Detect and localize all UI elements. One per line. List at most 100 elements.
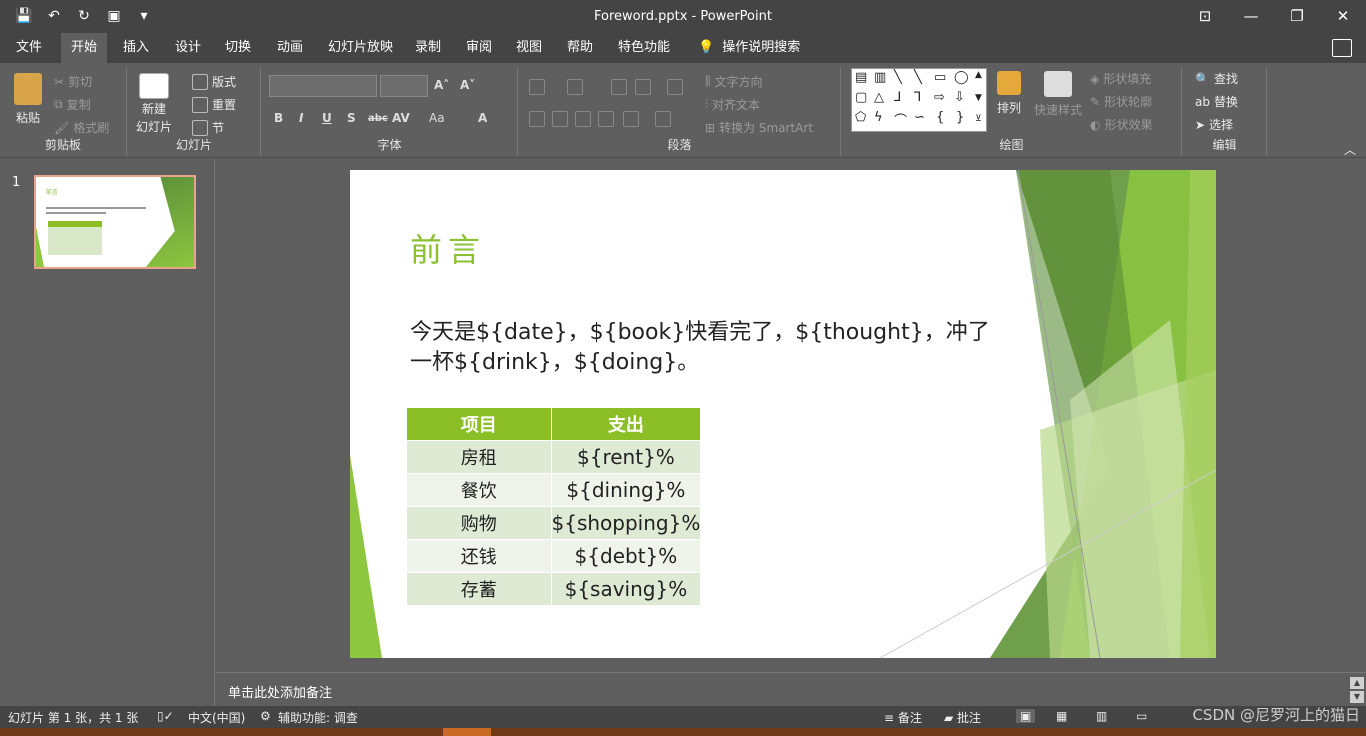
shrink-font-icon[interactable]: A˅: [460, 78, 475, 92]
tab-insert[interactable]: 插入: [113, 33, 159, 63]
font-color-button[interactable]: A: [478, 111, 487, 125]
curve-icon[interactable]: ∽: [914, 110, 925, 125]
scribble-icon[interactable]: ϟ: [874, 110, 883, 125]
align-text-button[interactable]: ⫶ 对齐文本: [705, 96, 760, 113]
minimize-icon[interactable]: —: [1228, 0, 1274, 33]
arc-icon[interactable]: ⌒: [894, 110, 907, 129]
scroll-down-icon[interactable]: ▼: [1350, 691, 1364, 703]
paste-button[interactable]: 粘贴: [14, 73, 42, 126]
gallery-more-icon[interactable]: ⊻: [975, 114, 982, 124]
down-arrow-icon[interactable]: ⇩: [954, 90, 965, 105]
grow-font-icon[interactable]: A˄: [434, 78, 449, 92]
close-icon[interactable]: ✕: [1320, 0, 1366, 33]
convert-smartart-button[interactable]: ⊞ 转换为 SmartArt: [705, 119, 813, 136]
select-button[interactable]: ➤ 选择: [1195, 116, 1233, 133]
textbox-icon[interactable]: ▤: [855, 70, 867, 85]
tab-review[interactable]: 审阅: [456, 33, 502, 63]
italic-button[interactable]: I: [299, 111, 303, 125]
comments-icon[interactable]: [1332, 39, 1352, 57]
tab-slideshow[interactable]: 幻灯片放映: [318, 33, 403, 63]
language-indicator[interactable]: 中文(中国): [188, 709, 245, 726]
taskbar-active-app[interactable]: [443, 728, 491, 736]
change-case-button[interactable]: Aa: [429, 111, 445, 125]
right-arrow-icon[interactable]: ⇨: [934, 90, 945, 105]
rectangle-icon[interactable]: ▭: [934, 70, 946, 85]
font-name-select[interactable]: [269, 75, 377, 97]
replace-button[interactable]: ab 替换: [1195, 93, 1238, 110]
expense-table[interactable]: 项目 支出 房租 ${rent}% 餐饮 ${dining}% 购物 ${sho…: [407, 408, 702, 605]
vertical-textbox-icon[interactable]: ▥: [874, 70, 886, 85]
accessibility-icon[interactable]: ⚙: [260, 709, 271, 723]
find-button[interactable]: 🔍 查找: [1195, 70, 1238, 87]
slide-canvas[interactable]: 前言 今天是${date}，${book}快看完了，${thought}，冲了一…: [350, 170, 1216, 658]
section-button[interactable]: 节: [192, 119, 224, 136]
spellcheck-icon[interactable]: ▯✓: [157, 709, 174, 723]
reading-view-icon[interactable]: ▥: [1096, 709, 1107, 723]
accessibility-status[interactable]: 辅助功能: 调查: [278, 709, 358, 726]
font-size-select[interactable]: [380, 75, 428, 97]
new-slide-button[interactable]: 新建 幻灯片: [136, 73, 172, 135]
arrange-button[interactable]: 排列: [997, 71, 1021, 116]
underline-button[interactable]: U: [322, 111, 332, 125]
text-direction-button[interactable]: ⫼ 文字方向: [705, 73, 763, 90]
comments-toggle[interactable]: ▰ 批注: [944, 709, 981, 726]
shapes-gallery[interactable]: ▤ ▥ ╲ ╲ ▭ ◯ ▢ △ ⅃ ⅂ ⇨ ⇩ ⬠ ϟ ⌒ ∽ { } ▲ ▼ …: [851, 68, 987, 132]
strikethrough-button[interactable]: abc: [368, 113, 388, 124]
notes-toggle[interactable]: ≡ 备注: [884, 709, 922, 726]
quick-styles-button[interactable]: 快速样式: [1034, 71, 1082, 118]
tab-view[interactable]: 视图: [506, 33, 552, 63]
increase-indent-icon[interactable]: [635, 79, 651, 95]
decrease-indent-icon[interactable]: [611, 79, 627, 95]
align-right-icon[interactable]: [575, 111, 591, 127]
slide-thumbnail[interactable]: 前言: [34, 175, 196, 269]
slide-body-text[interactable]: 今天是${date}，${book}快看完了，${thought}，冲了一杯${…: [410, 318, 1010, 378]
align-left-icon[interactable]: [529, 111, 545, 127]
format-painter-button[interactable]: 🖌 格式刷: [54, 119, 109, 136]
distributed-icon[interactable]: [623, 111, 639, 127]
tab-design[interactable]: 设计: [165, 33, 211, 63]
ribbon-display-icon[interactable]: ⊡: [1182, 0, 1228, 33]
elbow-connector-icon[interactable]: ⅃: [894, 90, 901, 105]
freeform-icon[interactable]: ⬠: [855, 110, 866, 125]
line-icon[interactable]: ╲: [894, 70, 902, 85]
slide-title[interactable]: 前言: [410, 225, 486, 271]
collapse-ribbon-icon[interactable]: ︿: [1344, 141, 1356, 158]
gallery-down-icon[interactable]: ▼: [975, 93, 982, 103]
tab-record[interactable]: 录制: [405, 33, 451, 63]
rounded-rect-icon[interactable]: ▢: [855, 90, 867, 105]
shadow-button[interactable]: S: [347, 111, 356, 125]
right-brace-icon[interactable]: }: [956, 110, 964, 125]
bold-button[interactable]: B: [274, 111, 283, 125]
tab-help[interactable]: 帮助: [557, 33, 603, 63]
columns-icon[interactable]: [655, 111, 671, 127]
shape-fill-button[interactable]: ◈ 形状填充: [1090, 70, 1151, 87]
scroll-up-icon[interactable]: ▲: [1350, 677, 1364, 689]
shape-effects-button[interactable]: ◐ 形状效果: [1090, 116, 1153, 133]
maximize-icon[interactable]: ❐: [1274, 0, 1320, 33]
elbow-arrow-icon[interactable]: ⅂: [914, 90, 921, 105]
bullets-icon[interactable]: [529, 79, 545, 95]
reset-button[interactable]: 重置: [192, 96, 236, 113]
tab-animations[interactable]: 动画: [267, 33, 313, 63]
oval-icon[interactable]: ◯: [954, 70, 969, 85]
tab-features[interactable]: 特色功能: [608, 33, 680, 63]
cut-button[interactable]: ✂ 剪切: [54, 73, 92, 90]
slideshow-view-icon[interactable]: ▭: [1136, 709, 1147, 723]
layout-button[interactable]: 版式: [192, 73, 236, 90]
tab-transitions[interactable]: 切换: [215, 33, 261, 63]
shape-outline-button[interactable]: ✎ 形状轮廓: [1090, 93, 1152, 110]
notes-placeholder[interactable]: 单击此处添加备注: [228, 682, 332, 701]
align-center-icon[interactable]: [552, 111, 568, 127]
tell-me-search[interactable]: 💡 操作说明搜索: [688, 33, 810, 63]
line-spacing-icon[interactable]: [667, 79, 683, 95]
triangle-icon[interactable]: △: [874, 90, 884, 105]
gallery-up-icon[interactable]: ▲: [975, 70, 982, 80]
slide-sorter-icon[interactable]: ▦: [1056, 709, 1067, 723]
char-spacing-button[interactable]: AV: [392, 111, 410, 125]
left-brace-icon[interactable]: {: [936, 110, 944, 125]
line2-icon[interactable]: ╲: [914, 70, 922, 85]
notes-pane[interactable]: 单击此处添加备注 ▲ ▼: [216, 672, 1366, 706]
copy-button[interactable]: ⧉ 复制: [54, 96, 91, 113]
tab-home[interactable]: 开始: [61, 33, 108, 63]
numbering-icon[interactable]: [567, 79, 583, 95]
